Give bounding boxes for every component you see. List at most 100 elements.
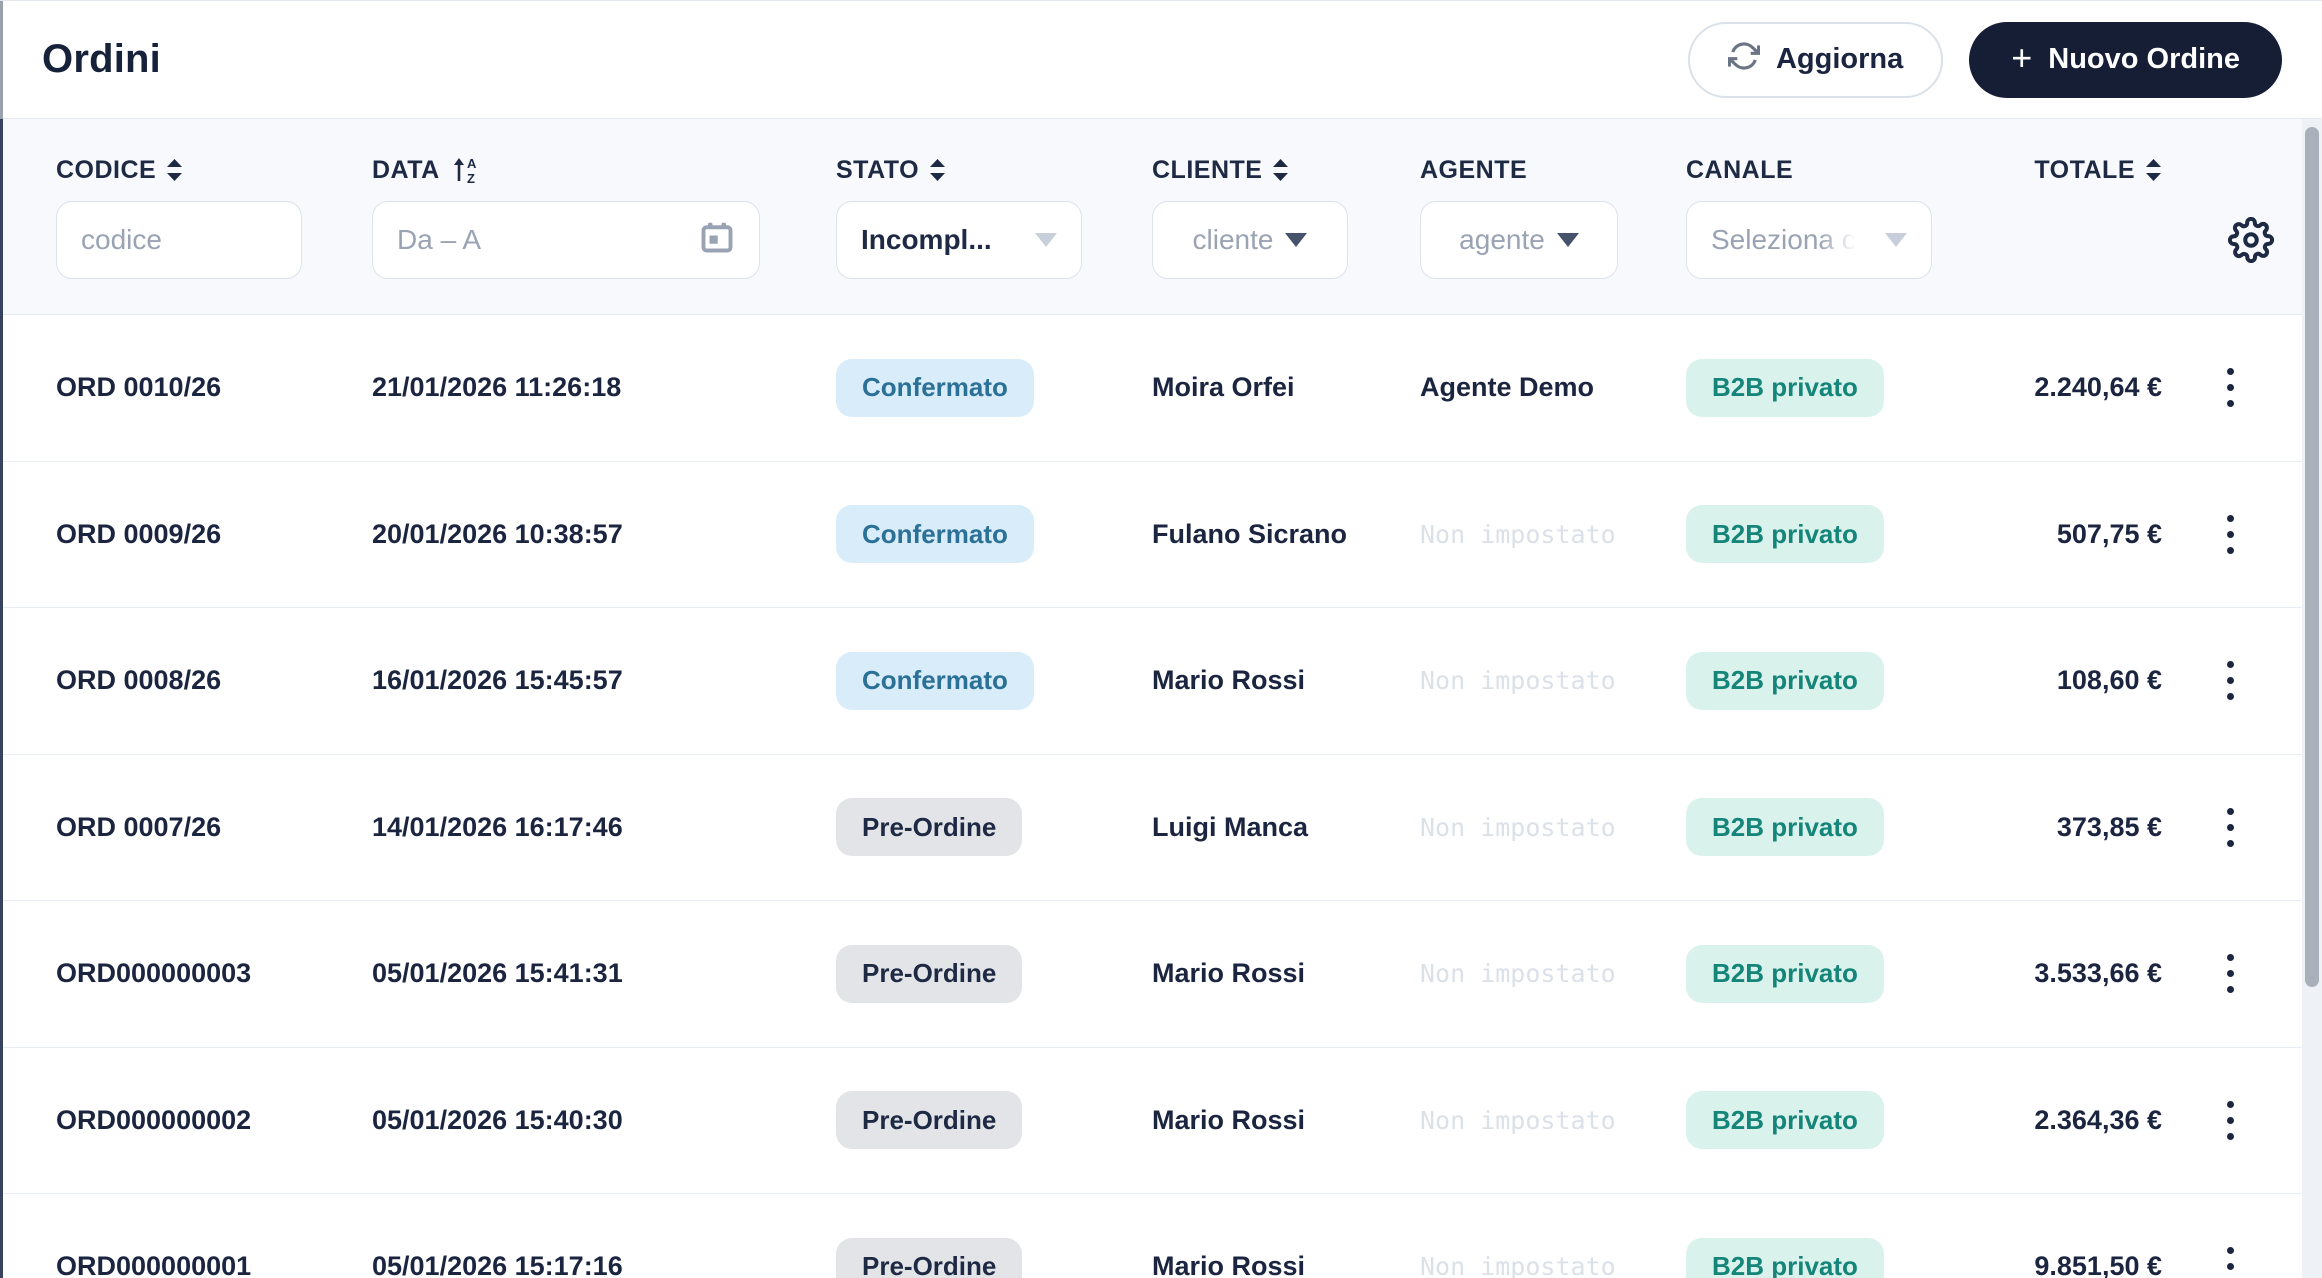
- column-label: STATO: [836, 155, 920, 184]
- stato-filter-select[interactable]: Incompl...: [836, 201, 1082, 279]
- filter-row: Da – A Incompl...: [0, 201, 2322, 279]
- new-order-button[interactable]: + Nuovo Ordine: [1969, 21, 2282, 98]
- chevron-down-icon: [1285, 233, 1308, 247]
- column-header-row: CODICE DATA A Z STATO CLIENTE AGENTE CAN…: [0, 119, 2322, 185]
- vertical-scrollbar[interactable]: [2302, 119, 2322, 1278]
- table-row[interactable]: ORD000000003 05/01/2026 15:41:31 Pre-Ord…: [0, 901, 2322, 1048]
- column-label: AGENTE: [1420, 155, 1528, 184]
- scrollbar-thumb[interactable]: [2305, 127, 2319, 987]
- status-badge: Pre-Ordine: [836, 1091, 1023, 1150]
- channel-badge: B2B privato: [1686, 798, 1884, 857]
- agente-filter-placeholder: agente: [1459, 224, 1545, 255]
- row-actions-menu-button[interactable]: [2208, 646, 2252, 716]
- row-actions-menu-button[interactable]: [2208, 939, 2252, 1009]
- order-date: 16/01/2026 15:45:57: [372, 665, 623, 696]
- canale-filter-placeholder: Seleziona c: [1711, 224, 1856, 255]
- table-row[interactable]: ORD000000001 05/01/2026 15:17:16 Pre-Ord…: [0, 1194, 2322, 1278]
- order-agent: Non impostato: [1420, 812, 1616, 842]
- column-header-totale[interactable]: TOTALE: [2002, 156, 2162, 185]
- order-agent: Non impostato: [1420, 959, 1616, 989]
- table-row[interactable]: ORD000000002 05/01/2026 15:40:30 Pre-Ord…: [0, 1047, 2322, 1194]
- refresh-icon: [1727, 40, 1761, 80]
- chevron-down-icon: [1556, 233, 1579, 247]
- agente-filter-select[interactable]: agente: [1420, 201, 1618, 279]
- kebab-menu-icon: [2226, 368, 2234, 376]
- channel-badge: B2B privato: [1686, 651, 1884, 710]
- order-client: Mario Rossi: [1152, 958, 1306, 989]
- column-settings-button[interactable]: [2227, 216, 2275, 264]
- refresh-button[interactable]: Aggiorna: [1687, 21, 1944, 98]
- sort-icon: [166, 159, 183, 181]
- order-date: 14/01/2026 16:17:46: [372, 811, 623, 842]
- calendar-icon: [699, 219, 735, 262]
- order-total: 3.533,66 €: [2034, 958, 2162, 989]
- canale-filter-select[interactable]: Seleziona c: [1686, 201, 1932, 279]
- channel-badge: B2B privato: [1686, 944, 1884, 1003]
- topbar: Ordini Aggiorna + Nuovo Ordine: [0, 1, 2322, 119]
- sort-icon: [929, 159, 946, 181]
- order-client: Mario Rossi: [1152, 1104, 1306, 1135]
- column-label: CANALE: [1686, 155, 1794, 184]
- codice-filter-input[interactable]: [56, 201, 302, 279]
- sort-alpha-asc-icon: A Z: [450, 155, 480, 185]
- page-title: Ordini: [42, 37, 161, 81]
- order-client: Moira Orfei: [1152, 372, 1295, 403]
- order-code: ORD000000003: [56, 958, 252, 989]
- orders-table: CODICE DATA A Z STATO CLIENTE AGENTE CAN…: [0, 119, 2322, 1278]
- column-header-data[interactable]: DATA A Z: [372, 155, 836, 186]
- kebab-menu-icon: [2226, 1100, 2234, 1108]
- order-agent: Non impostato: [1420, 666, 1616, 696]
- table-row[interactable]: ORD 0008/26 16/01/2026 15:45:57 Conferma…: [0, 608, 2322, 755]
- column-label: CLIENTE: [1152, 155, 1263, 184]
- order-agent: Agente Demo: [1420, 372, 1595, 403]
- row-actions-menu-button[interactable]: [2208, 792, 2252, 862]
- row-actions-menu-button[interactable]: [2208, 1085, 2252, 1155]
- order-agent: Non impostato: [1420, 1105, 1616, 1135]
- kebab-menu-icon: [2226, 514, 2234, 522]
- order-code: ORD000000001: [56, 1251, 252, 1278]
- table-body: ORD 0010/26 21/01/2026 11:26:18 Conferma…: [0, 315, 2322, 1278]
- column-header-cliente[interactable]: CLIENTE: [1152, 156, 1420, 185]
- channel-badge: B2B privato: [1686, 1237, 1884, 1278]
- topbar-actions: Aggiorna + Nuovo Ordine: [1687, 21, 2282, 98]
- order-code: ORD 0008/26: [56, 665, 222, 696]
- new-order-button-label: Nuovo Ordine: [2048, 43, 2240, 75]
- order-code: ORD 0010/26: [56, 372, 222, 403]
- kebab-menu-icon: [2226, 954, 2234, 962]
- order-client: Mario Rossi: [1152, 1251, 1306, 1278]
- column-header-agente: AGENTE: [1420, 156, 1686, 185]
- order-code: ORD 0007/26: [56, 811, 222, 842]
- kebab-menu-icon: [2226, 661, 2234, 669]
- window-edge: [0, 1, 3, 1278]
- status-badge: Confermato: [836, 651, 1034, 710]
- table-row[interactable]: ORD 0010/26 21/01/2026 11:26:18 Conferma…: [0, 315, 2322, 462]
- row-actions-menu-button[interactable]: [2208, 499, 2252, 569]
- table-row[interactable]: ORD 0009/26 20/01/2026 10:38:57 Conferma…: [0, 461, 2322, 608]
- row-actions-menu-button[interactable]: [2208, 353, 2252, 423]
- order-client: Fulano Sicrano: [1152, 518, 1348, 549]
- svg-text:A: A: [467, 156, 477, 171]
- chevron-down-icon: [1035, 233, 1057, 247]
- status-badge: Pre-Ordine: [836, 944, 1023, 1003]
- table-row[interactable]: ORD 0007/26 14/01/2026 16:17:46 Pre-Ordi…: [0, 754, 2322, 901]
- order-client: Mario Rossi: [1152, 665, 1306, 696]
- order-total: 2.240,64 €: [2034, 372, 2162, 403]
- column-header-codice[interactable]: CODICE: [56, 156, 372, 185]
- column-label: CODICE: [56, 155, 157, 184]
- chevron-down-icon: [1885, 233, 1907, 247]
- channel-badge: B2B privato: [1686, 1091, 1884, 1150]
- cliente-filter-select[interactable]: cliente: [1152, 201, 1348, 279]
- svg-text:Z: Z: [467, 171, 475, 185]
- column-header-canale: CANALE: [1686, 156, 2002, 185]
- gear-icon: [2227, 216, 2275, 267]
- cliente-filter-placeholder: cliente: [1192, 224, 1274, 255]
- order-date: 20/01/2026 10:38:57: [372, 518, 623, 549]
- column-label: TOTALE: [2034, 155, 2135, 184]
- order-date: 05/01/2026 15:17:16: [372, 1251, 623, 1278]
- order-date: 05/01/2026 15:40:30: [372, 1104, 623, 1135]
- row-actions-menu-button[interactable]: [2208, 1232, 2252, 1278]
- sort-icon: [1272, 159, 1289, 181]
- column-header-stato[interactable]: STATO: [836, 156, 1152, 185]
- order-total: 2.364,36 €: [2034, 1104, 2162, 1135]
- date-range-filter[interactable]: Da – A: [372, 201, 760, 279]
